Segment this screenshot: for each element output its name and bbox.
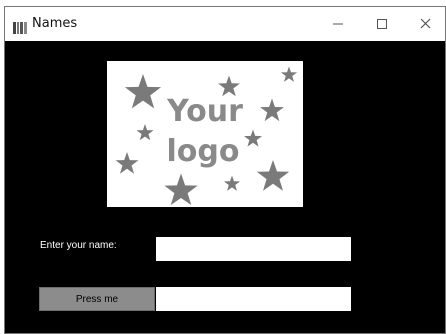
star-icon (124, 74, 162, 109)
maximize-button[interactable] (367, 13, 397, 35)
logo-image: Your logo (107, 61, 303, 207)
star-icon (256, 160, 290, 191)
title-bar[interactable]: Names (5, 7, 445, 41)
star-icon (136, 124, 154, 141)
star-icon (115, 152, 139, 174)
maximize-icon (377, 19, 387, 29)
star-icon (280, 66, 298, 82)
star-icon (164, 173, 198, 206)
close-button[interactable] (411, 13, 441, 35)
window-app-icon (13, 19, 27, 34)
star-icon (223, 175, 241, 191)
name-label: Enter your name: (40, 240, 117, 251)
app-window: Names Your logo Enter your name: Press m… (4, 6, 446, 334)
name-input[interactable] (156, 237, 351, 261)
press-me-button[interactable]: Press me (39, 287, 155, 311)
minimize-icon (333, 23, 343, 25)
output-field[interactable] (156, 287, 351, 311)
logo-text-line2: logo (167, 134, 240, 169)
star-icon (243, 129, 263, 147)
close-icon (420, 18, 431, 29)
logo-text-line1: Your (166, 94, 243, 129)
minimize-button[interactable] (323, 13, 353, 35)
window-title: Names (32, 16, 78, 31)
star-icon (260, 98, 284, 122)
